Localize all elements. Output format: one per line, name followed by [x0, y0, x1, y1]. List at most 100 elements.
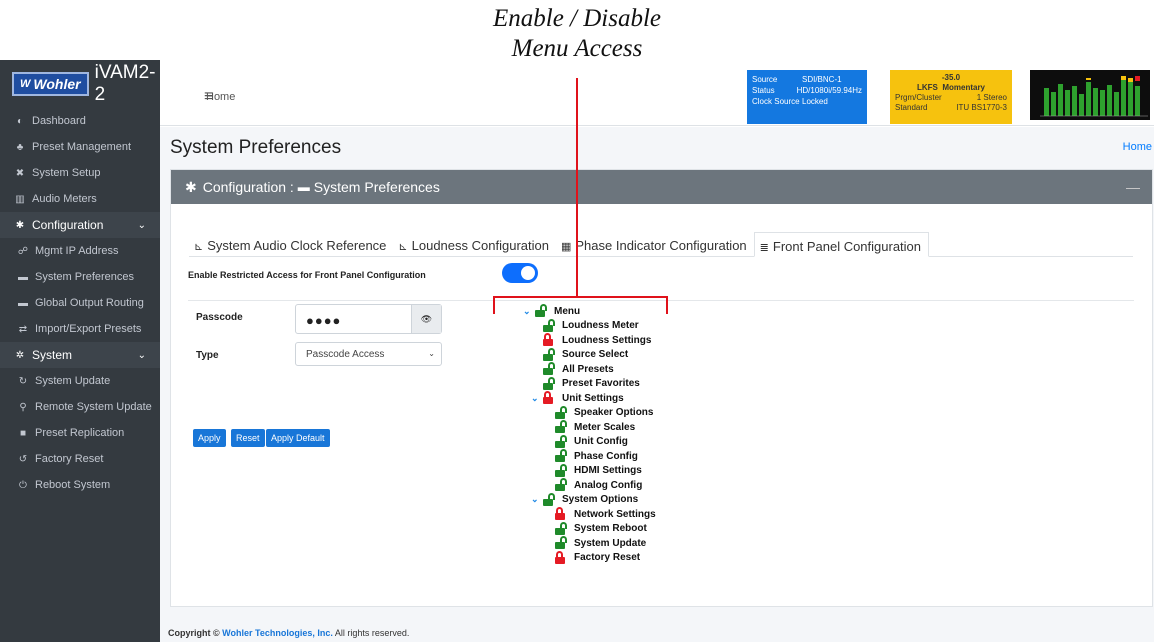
enable-restricted-label: Enable Restricted Access for Front Panel…: [188, 270, 426, 280]
status-key: Status: [752, 85, 797, 96]
status-key: Source: [752, 74, 802, 85]
chevron-down-icon[interactable]: ⌄: [531, 393, 543, 404]
lkfs-prgm-row: Prgm/Cluster1 Stereo: [895, 93, 1007, 103]
divider: [188, 300, 1134, 301]
tab-label: Front Panel Configuration: [773, 239, 921, 254]
tree-node-menu[interactable]: ⌄Menu: [523, 304, 580, 318]
sidebar-item-configuration[interactable]: ✱Configuration⌄: [0, 212, 160, 238]
tree-node-system-options[interactable]: ⌄System Options: [531, 493, 638, 507]
product-name: iVAM2-2: [95, 62, 160, 106]
tab-front-panel-configuration[interactable]: ≣Front Panel Configuration: [754, 232, 929, 257]
sidebar-item-preset-replication[interactable]: ■Preset Replication: [0, 420, 160, 446]
satellite-icon: ⚲: [16, 402, 30, 413]
lock-closed-icon[interactable]: [555, 508, 568, 520]
tree-node-loudness-meter[interactable]: Loudness Meter: [543, 319, 639, 333]
audio-meter-thumbnail[interactable]: [1030, 70, 1150, 120]
sidebar-item-label: Mgmt IP Address: [35, 245, 119, 257]
sidebar-item-audio-meters[interactable]: ▥Audio Meters: [0, 186, 160, 212]
lock-open-icon[interactable]: [555, 537, 568, 549]
sidebar-item-remote-system-update[interactable]: ⚲Remote System Update: [0, 394, 160, 420]
chevron-down-icon: ⌄: [138, 350, 146, 361]
chevron-down-icon[interactable]: ⌄: [523, 306, 535, 317]
chevron-down-icon[interactable]: ⌄: [531, 494, 543, 505]
tree-node-meter-scales[interactable]: Meter Scales: [555, 420, 635, 434]
lock-open-icon[interactable]: [543, 363, 556, 375]
sidebar-item-label: System: [32, 348, 72, 362]
lock-open-icon[interactable]: [555, 479, 568, 491]
sidebar-item-system[interactable]: ✲ System ⌄: [0, 342, 160, 368]
eye-icon[interactable]: 👁: [411, 305, 441, 333]
collapse-icon[interactable]: —: [1126, 179, 1140, 195]
lock-closed-icon[interactable]: [543, 334, 556, 346]
tree-node-label: Source Select: [562, 349, 628, 360]
brand[interactable]: W Wohler iVAM2-2: [0, 60, 160, 108]
gear-icon: ✱: [185, 179, 197, 196]
standard-value: ITU BS1770-3: [956, 103, 1007, 113]
sidebar-item-system-update[interactable]: ↻System Update: [0, 368, 160, 394]
tab-bar: ⊾System Audio Clock Reference⊾Loudness C…: [189, 232, 1133, 257]
sidebar-item-mgmt-ip-address[interactable]: ☍Mgmt IP Address: [0, 238, 160, 264]
chevron-down-icon: ⌄: [138, 220, 146, 231]
tree-node-preset-favorites[interactable]: Preset Favorites: [543, 377, 640, 391]
sidebar-item-factory-reset[interactable]: ↺Factory Reset: [0, 446, 160, 472]
lock-open-icon[interactable]: [543, 320, 556, 332]
tree-node-system-reboot[interactable]: System Reboot: [555, 522, 647, 536]
tree-node-hdmi-settings[interactable]: HDMI Settings: [555, 464, 642, 478]
tree-node-system-update[interactable]: System Update: [555, 536, 646, 550]
tab-system-audio-clock-reference[interactable]: ⊾System Audio Clock Reference: [189, 232, 393, 257]
sidebar-item-label: Reboot System: [35, 479, 110, 491]
sidebar-item-preset-management[interactable]: ♣Preset Management: [0, 134, 160, 160]
tree-node-factory-reset[interactable]: Factory Reset: [555, 551, 640, 565]
reset-button[interactable]: Reset: [231, 429, 265, 447]
tree-node-label: Network Settings: [574, 509, 656, 520]
lock-open-icon[interactable]: [555, 523, 568, 535]
lkfs-standard-row: StandardITU BS1770-3: [895, 103, 1007, 113]
tree-node-source-select[interactable]: Source Select: [543, 348, 628, 362]
enable-restricted-toggle[interactable]: [502, 263, 538, 283]
lock-open-icon[interactable]: [555, 407, 568, 419]
apply-default-button[interactable]: Apply Default: [266, 429, 330, 447]
prgm-label: Prgm/Cluster: [895, 93, 942, 103]
lock-open-icon[interactable]: [535, 305, 548, 317]
lock-open-icon[interactable]: [543, 494, 556, 506]
tree-node-label: System Reboot: [574, 523, 647, 534]
passcode-field[interactable]: ●●●● 👁: [295, 304, 442, 334]
power-icon: ⏻: [16, 480, 30, 491]
tree-node-all-presets[interactable]: All Presets: [543, 362, 614, 376]
type-select[interactable]: Passcode Access ⌄: [295, 342, 442, 366]
sidebar-item-label: System Setup: [32, 167, 100, 179]
tree-node-phase-config[interactable]: Phase Config: [555, 449, 638, 463]
status-value: Locked: [802, 96, 828, 107]
tab-loudness-configuration[interactable]: ⊾Loudness Configuration: [393, 232, 556, 257]
lock-closed-icon[interactable]: [543, 392, 556, 404]
sidebar-item-reboot-system[interactable]: ⏻ Reboot System: [0, 472, 160, 498]
breadcrumb-home[interactable]: Home: [1123, 141, 1152, 153]
tree-node-loudness-settings[interactable]: Loudness Settings: [543, 333, 651, 347]
lock-open-icon[interactable]: [555, 436, 568, 448]
lock-closed-icon[interactable]: [555, 552, 568, 564]
sidebar-item-system-preferences[interactable]: ▬System Preferences: [0, 264, 160, 290]
tree-node-unit-settings[interactable]: ⌄Unit Settings: [531, 391, 624, 405]
sidebar-item-import-export-presets[interactable]: ⇄Import/Export Presets: [0, 316, 160, 342]
nav-home-link[interactable]: Home: [206, 91, 235, 103]
cogs-icon: ✲: [13, 350, 27, 361]
page-title: System Preferences: [170, 137, 341, 159]
wohler-w-icon: W: [20, 78, 30, 90]
sidebar-item-global-output-routing[interactable]: ▬Global Output Routing: [0, 290, 160, 316]
tree-node-network-settings[interactable]: Network Settings: [555, 507, 656, 521]
tree-node-analog-config[interactable]: Analog Config: [555, 478, 642, 492]
lock-open-icon[interactable]: [555, 421, 568, 433]
lock-open-icon[interactable]: [543, 349, 556, 361]
sidebar-item-system-setup[interactable]: ✖System Setup: [0, 160, 160, 186]
tab-phase-indicator-configuration[interactable]: ▦Phase Indicator Configuration: [556, 232, 754, 257]
tree-node-label: Speaker Options: [574, 407, 653, 418]
card-icon: ▬: [16, 272, 30, 283]
lock-open-icon[interactable]: [555, 450, 568, 462]
tree-node-unit-config[interactable]: Unit Config: [555, 435, 628, 449]
sidebar-item-dashboard[interactable]: ◐Dashboard: [0, 108, 160, 134]
apply-button[interactable]: Apply: [193, 429, 226, 447]
company-link[interactable]: Wohler Technologies, Inc.: [222, 628, 333, 638]
lock-open-icon[interactable]: [555, 465, 568, 477]
tree-node-speaker-options[interactable]: Speaker Options: [555, 406, 653, 420]
lock-open-icon[interactable]: [543, 378, 556, 390]
